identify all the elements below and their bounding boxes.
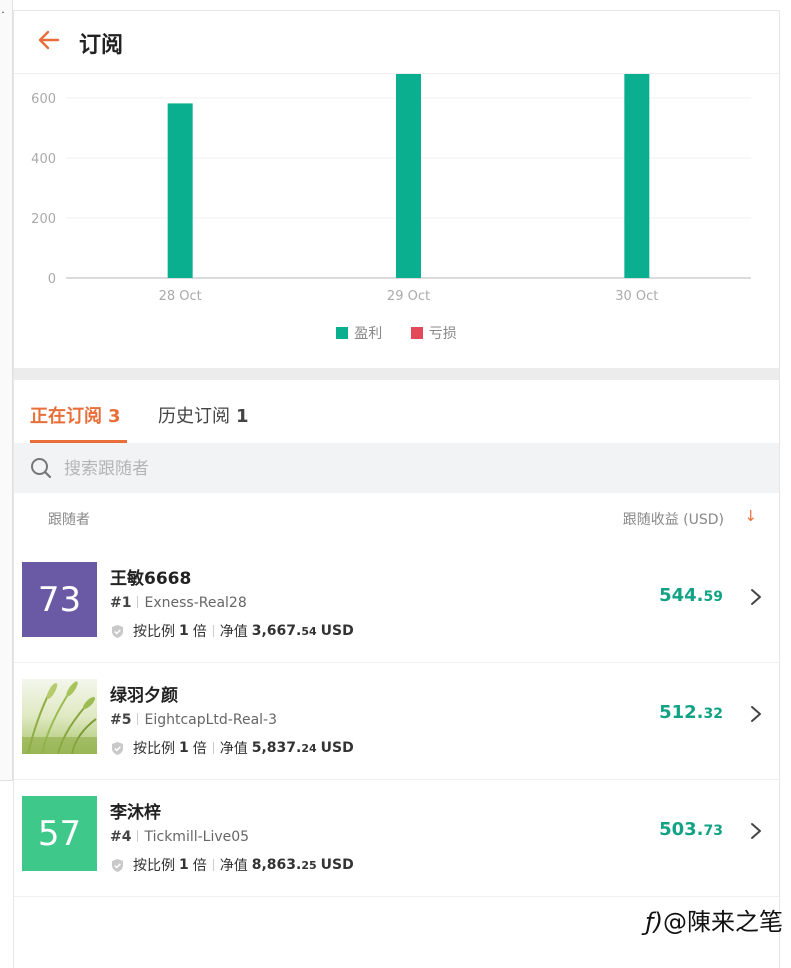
legend-swatch-profit: [336, 327, 349, 339]
ratio-label: 按比例: [133, 741, 175, 757]
shield-icon: [112, 741, 123, 755]
ratio-equity: 按比例 1 倍净值 8,863.25 USD: [110, 855, 358, 875]
rank: #5: [110, 712, 132, 728]
equity-label: 净值: [219, 858, 248, 874]
equity-unit: USD: [320, 623, 354, 639]
ratio-label: 按比例: [133, 624, 175, 640]
watermark: ƒ)@陳来之笔: [645, 902, 783, 937]
follow-profit: 503.73: [659, 819, 723, 840]
handle-dot-icon: ˙: [0, 10, 6, 24]
account-info: #4 Tickmill-Live05: [110, 829, 249, 845]
follower-name: 李沐梓: [110, 803, 161, 823]
avatar-number: 57: [37, 813, 82, 854]
section-divider: [14, 368, 779, 380]
ratio-equity: 按比例 1 倍净值 5,837.24 USD: [110, 738, 358, 758]
legend-label-loss: 亏损: [428, 326, 457, 342]
follower-name: 绿羽夕颜: [110, 686, 178, 706]
wheat-field-image: [22, 679, 97, 754]
follow-profit: 512.32: [659, 702, 723, 723]
header: 订阅: [14, 11, 779, 74]
account-server: Exness-Real28: [144, 595, 247, 611]
tab-label: 正在订阅: [30, 406, 102, 427]
chevron-right-icon[interactable]: [749, 821, 763, 841]
shield-icon: [112, 858, 123, 872]
x-tick-label: 30 Oct: [615, 289, 658, 304]
follow-profit: 544.59: [659, 585, 723, 606]
chart-canvas: 0 200 400 600 28 Oct 29 Oct 30 Oct: [31, 74, 751, 304]
tab-count: 1: [236, 406, 249, 427]
equity-value: 5,837.24: [251, 740, 317, 756]
legend-item-profit[interactable]: 盈利: [336, 323, 382, 343]
shield-icon: [112, 624, 123, 638]
equity-label: 净值: [219, 741, 248, 757]
x-tick-label: 28 Oct: [159, 289, 202, 304]
ratio-value: 1: [179, 740, 189, 756]
page-title: 订阅: [79, 33, 124, 58]
tab-label: 历史订阅: [158, 406, 230, 427]
tab-active-subscriptions[interactable]: 正在订阅 3: [30, 402, 121, 428]
ratio-equity: 按比例 1 倍净值 3,667.54 USD: [110, 621, 358, 641]
y-tick-label: 0: [48, 272, 56, 287]
ratio-unit: 倍: [192, 741, 207, 757]
column-header: 跟随者 跟随收益 (USD) ↓: [14, 493, 779, 545]
y-tick-label: 600: [31, 92, 56, 107]
chart-legend: 盈利 亏损: [14, 323, 779, 343]
equity-unit: USD: [320, 857, 354, 873]
account-info: #5 EightcapLtd-Real-3: [110, 712, 277, 728]
column-follower: 跟随者: [48, 512, 90, 528]
account-server: EightcapLtd-Real-3: [144, 712, 277, 728]
search-bar: [14, 443, 779, 493]
account-server: Tickmill-Live05: [144, 829, 250, 845]
ratio-label: 按比例: [133, 858, 175, 874]
subscription-page: 订阅 0 200 400 600 28 Oct 29 Oct 30 Oct 盈利 亏损 正在…: [13, 10, 780, 968]
bar-profit[interactable]: [396, 74, 421, 278]
equity-label: 净值: [219, 624, 248, 640]
x-tick-label: 29 Oct: [387, 289, 430, 304]
side-panel-handle[interactable]: ˙: [0, 0, 13, 781]
bar-profit[interactable]: [624, 74, 650, 278]
tab-count: 3: [108, 406, 121, 427]
search-icon: [31, 458, 52, 479]
legend-swatch-loss: [410, 327, 423, 339]
rank: #1: [110, 595, 132, 611]
subscription-tabs: 正在订阅 3 历史订阅 1: [14, 380, 779, 444]
chevron-right-icon[interactable]: [749, 587, 763, 607]
follower-name: 王敏6668: [110, 569, 192, 589]
search-input[interactable]: [62, 453, 666, 485]
equity-value: 8,863.25: [251, 857, 317, 873]
tab-history-subscriptions[interactable]: 历史订阅 1: [158, 402, 249, 428]
y-tick-label: 200: [31, 212, 56, 227]
follower-row[interactable]: 57 李沐梓 #4 Tickmill-Live05 按比例 1 倍净值 8,863.2…: [14, 779, 779, 897]
y-tick-label: 400: [31, 152, 56, 167]
equity-value: 3,667.54: [251, 623, 317, 639]
legend-label-profit: 盈利: [354, 326, 383, 342]
avatar: [22, 679, 97, 754]
follower-row[interactable]: 73 王敏6668 #1 Exness-Real28 按比例 1 倍净值 3,667.…: [14, 545, 779, 663]
legend-item-loss[interactable]: 亏损: [410, 323, 457, 343]
ratio-unit: 倍: [192, 858, 207, 874]
profit-bar-chart: 0 200 400 600 28 Oct 29 Oct 30 Oct 盈利 亏损: [14, 74, 779, 364]
avatar: 57: [22, 796, 97, 871]
avatar-number: 73: [37, 579, 82, 620]
rank: #4: [110, 829, 132, 845]
watermark-text: @陳来之笔: [663, 908, 783, 936]
ratio-value: 1: [179, 623, 189, 639]
chevron-right-icon[interactable]: [749, 704, 763, 724]
bar-profit[interactable]: [167, 103, 193, 279]
column-profit[interactable]: 跟随收益 (USD): [623, 509, 724, 529]
arrow-down-icon[interactable]: ↓: [744, 507, 757, 525]
back-arrow-icon[interactable]: [36, 27, 62, 53]
follower-row[interactable]: 绿羽夕颜 #5 EightcapLtd-Real-3 按比例 1 倍净值 5,837.…: [14, 662, 779, 780]
avatar: 73: [22, 562, 97, 637]
watermark-logo-icon: ƒ): [645, 908, 663, 936]
equity-unit: USD: [320, 740, 354, 756]
account-info: #1 Exness-Real28: [110, 595, 247, 611]
ratio-value: 1: [179, 857, 189, 873]
ratio-unit: 倍: [192, 624, 207, 640]
